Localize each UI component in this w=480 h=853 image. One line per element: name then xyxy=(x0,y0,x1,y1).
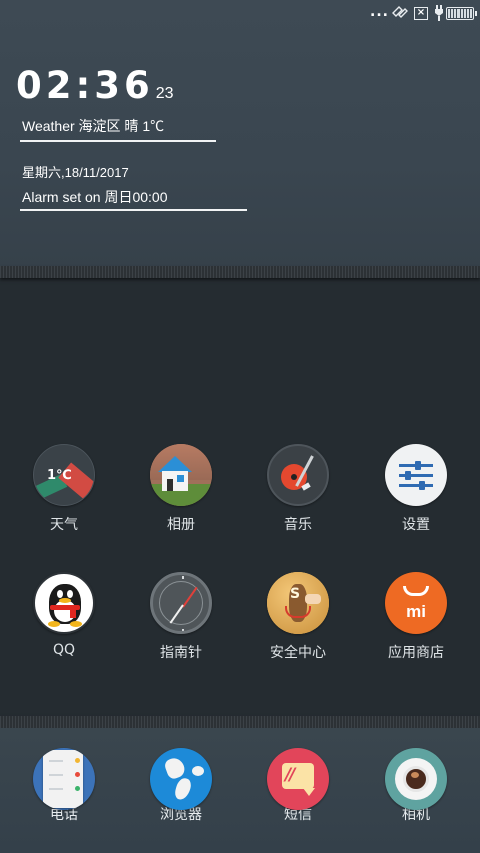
camera-icon xyxy=(385,748,447,810)
security-icon: S xyxy=(267,572,329,634)
app-music[interactable]: 音乐 xyxy=(243,444,353,534)
alarm-text: Alarm set on 周日00:00 xyxy=(22,189,168,205)
weather-icon-temp: 1℃ xyxy=(47,468,72,483)
dock-divider xyxy=(0,716,480,728)
clock-widget[interactable]: ... × 02:36 23 Weather 海淀区 晴 1℃ 星期六,18/1 xyxy=(0,0,480,268)
store-icon-logo: mi xyxy=(406,602,426,621)
notification-dots: ... xyxy=(370,4,389,20)
gallery-icon xyxy=(150,444,212,506)
browser-icon xyxy=(150,748,212,810)
app-label: 应用商店 xyxy=(388,645,444,661)
app-store-icon: mi xyxy=(385,572,447,634)
app-settings[interactable]: 设置 xyxy=(361,444,471,534)
security-icon-letter: S xyxy=(290,586,301,602)
app-security-center[interactable]: S 安全中心 xyxy=(243,572,353,662)
qq-icon xyxy=(33,572,95,634)
weather-text: Weather 海淀区 晴 1℃ xyxy=(22,118,165,134)
app-gallery[interactable]: 相册 xyxy=(126,444,236,534)
app-label: 设置 xyxy=(402,517,430,533)
compass-icon xyxy=(150,572,212,634)
settings-icon xyxy=(385,444,447,506)
app-store[interactable]: mi 应用商店 xyxy=(361,572,471,662)
app-label: QQ xyxy=(52,642,76,658)
dock-phone[interactable]: 电话 xyxy=(9,748,119,824)
signal-icon xyxy=(391,5,409,21)
dock-browser[interactable]: 浏览器 xyxy=(126,748,236,824)
widget-divider xyxy=(0,266,480,278)
weather-icon: 1℃ xyxy=(33,444,95,506)
app-label: 音乐 xyxy=(284,517,312,533)
date-text: 星期六,18/11/2017 xyxy=(22,165,129,180)
battery-icon xyxy=(446,5,477,21)
app-qq[interactable]: QQ xyxy=(9,572,119,658)
clock-hours-minutes: 02:36 xyxy=(16,64,154,107)
clock-seconds: 23 xyxy=(155,85,174,102)
app-compass[interactable]: 指南针 xyxy=(126,572,236,662)
app-label: 天气 xyxy=(50,517,78,533)
divider-line xyxy=(20,140,216,142)
app-label: 安全中心 xyxy=(270,645,326,661)
messages-icon-mark: // xyxy=(285,765,296,785)
music-icon xyxy=(267,444,329,506)
dock-camera[interactable]: 相机 xyxy=(361,748,471,824)
messages-icon: // xyxy=(267,748,329,810)
app-label: 相册 xyxy=(167,517,195,533)
close-box-icon: × xyxy=(414,5,428,21)
app-weather[interactable]: 1℃ 天气 xyxy=(9,444,119,534)
charging-icon xyxy=(434,5,444,21)
app-label: 指南针 xyxy=(160,645,202,661)
clock-time: 02:36 23 xyxy=(16,66,174,106)
divider-line xyxy=(20,209,247,211)
dock-messages[interactable]: // 短信 xyxy=(243,748,353,824)
dock: 电话 浏览器 // 短信 相机 xyxy=(0,728,480,853)
phone-icon xyxy=(33,748,95,810)
status-bar: ... × xyxy=(0,0,480,26)
